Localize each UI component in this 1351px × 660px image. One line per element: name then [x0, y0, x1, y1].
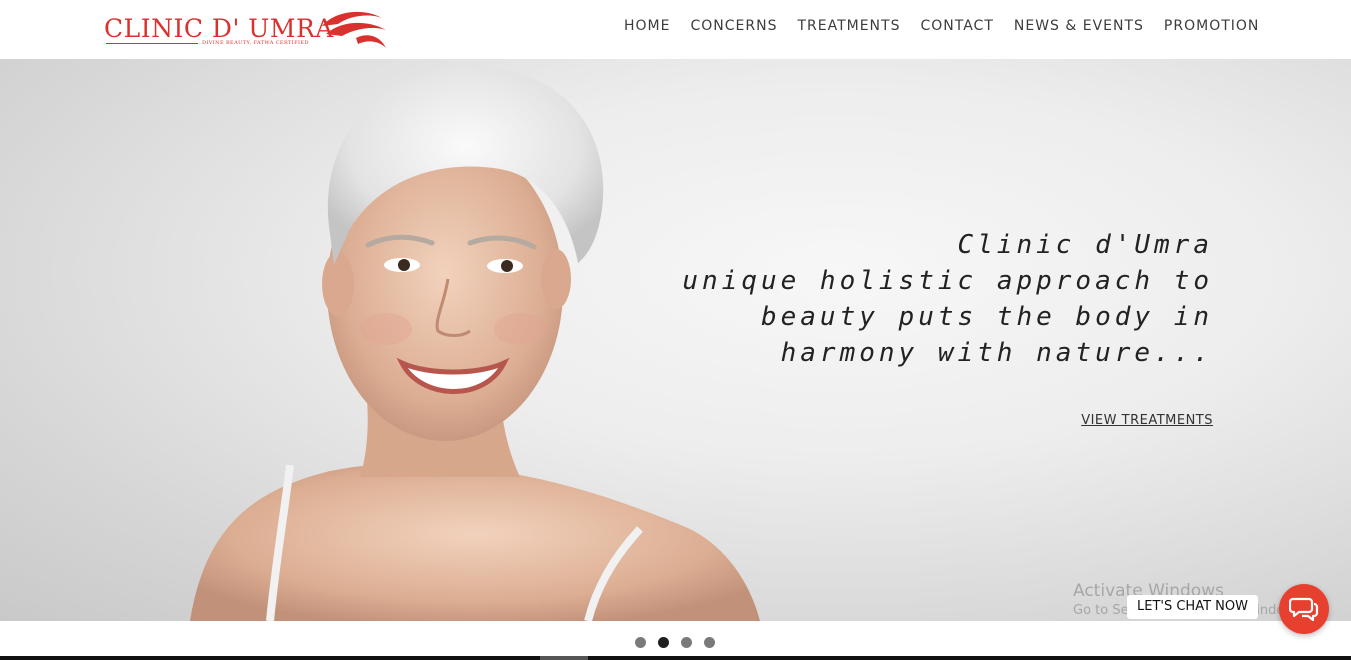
chat-button[interactable]: [1279, 584, 1329, 634]
view-treatments-link[interactable]: VIEW TREATMENTS: [1081, 413, 1213, 428]
slider-dot-2[interactable]: [658, 637, 669, 648]
main-nav: HOME CONCERNS TREATMENTS CONTACT NEWS & …: [624, 17, 1259, 35]
nav-treatments[interactable]: TREATMENTS: [797, 17, 900, 35]
slider-dot-4[interactable]: [704, 637, 715, 648]
page-bottom-strip: [0, 656, 1351, 660]
hero-line-4: harmony with nature...: [780, 338, 1213, 368]
nav-home[interactable]: HOME: [624, 17, 670, 35]
site-header: CLINIC D' UMRA DIVINE BEAUTY, FATWA CERT…: [0, 0, 1351, 59]
hero-line-1: Clinic d'Umra: [957, 230, 1213, 260]
nav-news-events[interactable]: NEWS & EVENTS: [1014, 17, 1144, 35]
slider-dot-3[interactable]: [681, 637, 692, 648]
hero-slider: Clinic d'Umra unique holistic approach t…: [0, 59, 1351, 621]
bottom-scroll-indicator: [540, 656, 588, 660]
nav-contact[interactable]: CONTACT: [920, 17, 993, 35]
logo-underline: [106, 43, 198, 44]
nav-promotion[interactable]: PROMOTION: [1164, 17, 1259, 35]
hero-headline: Clinic d'Umra unique holistic approach t…: [673, 227, 1213, 371]
clinic-logo[interactable]: CLINIC D' UMRA DIVINE BEAUTY, FATWA CERT…: [104, 8, 386, 52]
hero-line-2: unique holistic approach to: [682, 266, 1213, 296]
slider-dot-1[interactable]: [635, 637, 646, 648]
chat-bubbles-icon: [1289, 597, 1319, 622]
logo-swoosh-icon: [322, 11, 386, 48]
hero-line-3: beauty puts the body in: [760, 302, 1213, 332]
logo-tagline: DIVINE BEAUTY, FATWA CERTIFIED: [202, 40, 309, 46]
logo-wordmark: CLINIC D' UMRA: [104, 14, 334, 43]
chat-now-label[interactable]: LET'S CHAT NOW: [1127, 595, 1258, 619]
slider-pagination: [635, 637, 715, 648]
nav-concerns[interactable]: CONCERNS: [690, 17, 777, 35]
